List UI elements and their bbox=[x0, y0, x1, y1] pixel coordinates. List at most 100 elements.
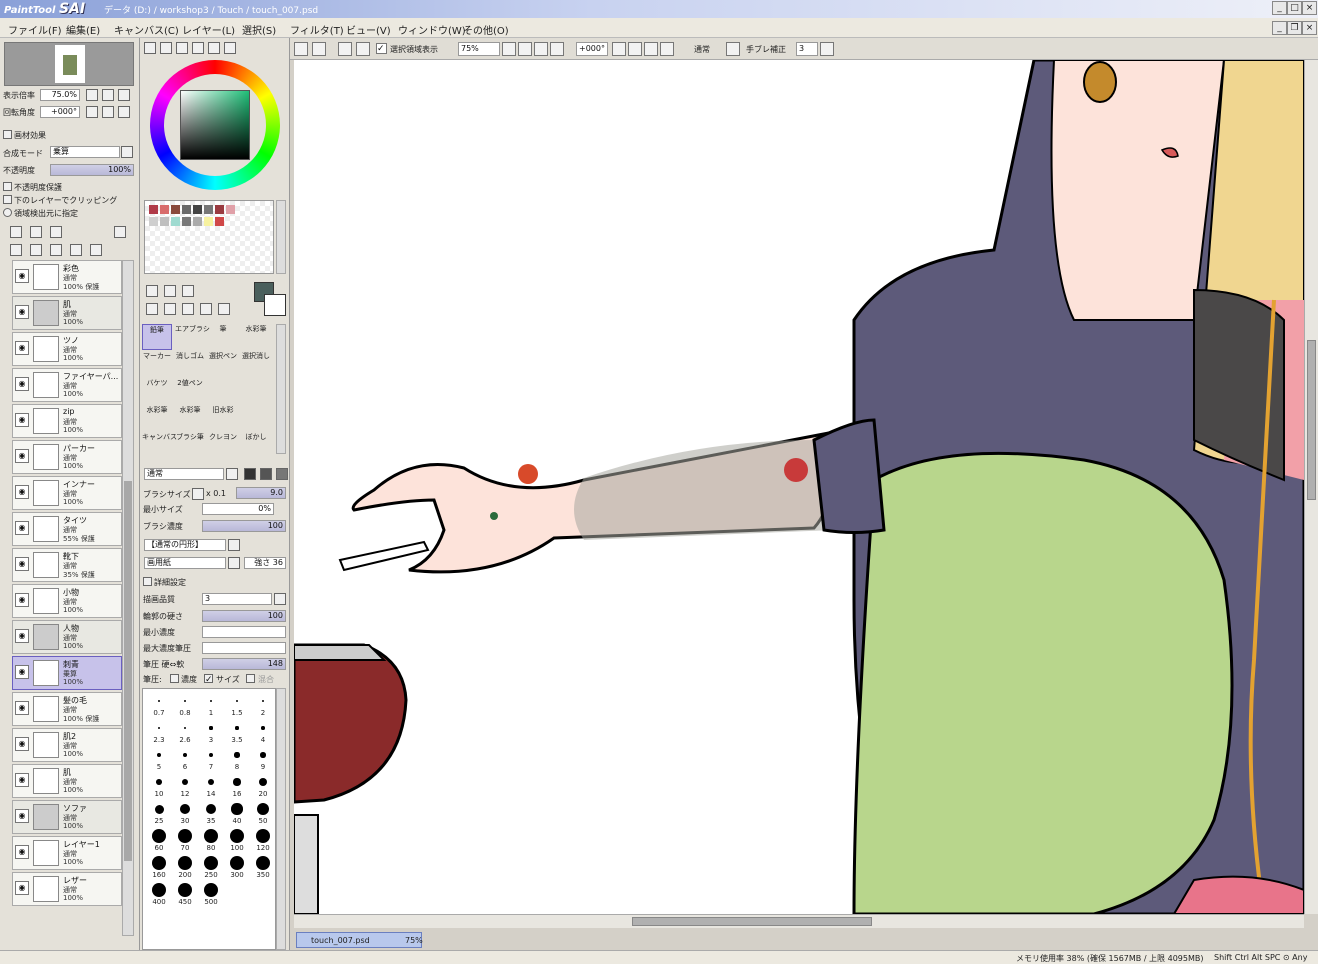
pressure-density-checkbox[interactable] bbox=[170, 674, 179, 683]
quality-select[interactable]: 3 bbox=[202, 593, 272, 605]
layer-item[interactable]: ◉ 彩色 通常 100% 保護 bbox=[12, 260, 122, 294]
selection-source-checkbox[interactable] bbox=[3, 208, 12, 217]
advanced-toggle[interactable] bbox=[143, 577, 152, 586]
tool-slot[interactable]: 2値ペン bbox=[175, 378, 205, 404]
move-tool-icon[interactable] bbox=[146, 303, 158, 315]
color-swatch[interactable] bbox=[171, 205, 180, 214]
visibility-eye-icon[interactable]: ◉ bbox=[15, 413, 29, 427]
secondary-color-swatch[interactable] bbox=[264, 294, 286, 316]
tool-slot[interactable]: ブラシ筆 bbox=[175, 432, 205, 458]
zoom-tool-icon[interactable] bbox=[164, 303, 176, 315]
rotate-tool-icon[interactable] bbox=[182, 303, 194, 315]
brush-texture-dropdown-icon[interactable] bbox=[228, 557, 240, 569]
layer-folder[interactable]: ◉ 人物 通常 100% bbox=[12, 620, 122, 654]
tool-scrollbar[interactable] bbox=[276, 324, 286, 454]
zoom-in-button[interactable] bbox=[534, 42, 548, 56]
delete-layer-icon[interactable] bbox=[70, 244, 82, 256]
color-swatch[interactable] bbox=[226, 205, 235, 214]
swatch-scrollbar[interactable] bbox=[276, 200, 286, 274]
color-swatch[interactable] bbox=[171, 217, 180, 226]
tool-slot[interactable]: 旧水彩 bbox=[208, 405, 238, 431]
deselect-button[interactable] bbox=[312, 42, 326, 56]
layer-effect-icon[interactable] bbox=[90, 244, 102, 256]
color-swatch[interactable] bbox=[182, 217, 191, 226]
nav-zoom-in-button[interactable] bbox=[102, 89, 114, 101]
stabilizer-dropdown[interactable] bbox=[820, 42, 834, 56]
flip-button[interactable] bbox=[726, 42, 740, 56]
layer-item[interactable]: ◉ インナー 通常 100% bbox=[12, 476, 122, 510]
layer-folder[interactable]: ◉ 肌通常 100% bbox=[12, 296, 122, 330]
new-layer-icon[interactable] bbox=[10, 226, 22, 238]
rgb-slider-tab[interactable] bbox=[160, 42, 172, 54]
visibility-eye-icon[interactable]: ◉ bbox=[15, 881, 29, 895]
visibility-eye-icon[interactable]: ◉ bbox=[15, 629, 29, 643]
max-pressure-slider[interactable] bbox=[202, 642, 286, 654]
eyedropper-icon[interactable] bbox=[218, 303, 230, 315]
menu-select[interactable]: 選択(S) bbox=[242, 22, 276, 37]
visibility-eye-icon[interactable]: ◉ bbox=[15, 593, 29, 607]
layer-item[interactable]: ◉ レイヤー1 通常 100% bbox=[12, 836, 122, 870]
canvas-horizontal-scrollbar[interactable] bbox=[294, 914, 1304, 928]
brush-size-slider[interactable]: 9.0 bbox=[236, 487, 286, 499]
layer-item[interactable]: ◉ 刺青 乗算 100% bbox=[12, 656, 122, 690]
menu-filter[interactable]: フィルタ(T) bbox=[290, 22, 344, 37]
brush-shape-dropdown-icon[interactable] bbox=[228, 539, 240, 551]
transfer-down-icon[interactable] bbox=[10, 244, 22, 256]
layer-menu-icon[interactable] bbox=[114, 226, 126, 238]
rotation-field[interactable]: +000° bbox=[576, 42, 608, 56]
visibility-eye-icon[interactable]: ◉ bbox=[15, 665, 29, 679]
nav-zoom-out-button[interactable] bbox=[86, 89, 98, 101]
tool-slot[interactable]: 選択消し bbox=[241, 351, 271, 377]
brush-size-toggle[interactable] bbox=[192, 488, 204, 500]
brush-size-multiplier[interactable]: x 0.1 bbox=[206, 489, 226, 498]
edge-hardness-slider[interactable]: 100 bbox=[202, 610, 286, 622]
tool-slot[interactable]: クレヨン bbox=[208, 432, 238, 458]
rotate-left-button[interactable] bbox=[628, 42, 642, 56]
menu-other[interactable]: その他(O) bbox=[463, 22, 509, 37]
texture-strength-field[interactable]: 強さ 36 bbox=[244, 557, 286, 569]
blend-mode-label[interactable]: 通常 bbox=[694, 44, 710, 55]
nav-rotate-reset-button[interactable] bbox=[118, 106, 130, 118]
protect-alpha-checkbox[interactable] bbox=[3, 182, 12, 191]
layer-scrollbar[interactable] bbox=[122, 260, 134, 936]
select-tool-icon[interactable] bbox=[146, 285, 158, 297]
tool-slot[interactable] bbox=[241, 405, 271, 431]
menu-edit[interactable]: 編集(E) bbox=[66, 22, 100, 37]
layer-item[interactable]: ◉ zip 通常 100% bbox=[12, 404, 122, 438]
close-button[interactable]: × bbox=[1302, 1, 1317, 15]
rotation-dropdown[interactable] bbox=[612, 42, 626, 56]
maximize-button[interactable]: □ bbox=[1287, 1, 1302, 15]
menu-file[interactable]: ファイル(F) bbox=[8, 22, 62, 37]
hand-tool-icon[interactable] bbox=[200, 303, 212, 315]
doc-minimize-button[interactable]: _ bbox=[1272, 21, 1287, 35]
visibility-eye-icon[interactable]: ◉ bbox=[15, 737, 29, 751]
swatches-tab[interactable] bbox=[208, 42, 220, 54]
layer-folder[interactable]: ◉ ソファ 通常 100% bbox=[12, 800, 122, 834]
nav-rotate-right-button[interactable] bbox=[102, 106, 114, 118]
color-swatch[interactable] bbox=[182, 205, 191, 214]
edge-hard-icon[interactable] bbox=[244, 468, 256, 480]
selection-visible-checkbox[interactable]: ✓ bbox=[376, 43, 387, 54]
stabilizer-field[interactable]: 3 bbox=[796, 42, 818, 56]
merge-down-icon[interactable] bbox=[30, 244, 42, 256]
nav-zoom-reset-button[interactable] bbox=[118, 89, 130, 101]
magic-wand-icon[interactable] bbox=[182, 285, 194, 297]
tool-slot[interactable]: 筆 bbox=[208, 324, 238, 350]
layer-item[interactable]: ◉ 肌通常 100% bbox=[12, 764, 122, 798]
color-swatch[interactable] bbox=[215, 217, 224, 226]
swatch-palette[interactable] bbox=[144, 200, 274, 274]
document-tab[interactable]: touch_007.psd 75% bbox=[296, 932, 423, 948]
tool-slot[interactable]: 水彩筆 bbox=[142, 405, 172, 431]
tool-slot[interactable]: ぼかし bbox=[241, 432, 271, 458]
tool-slot[interactable]: 鉛筆 bbox=[142, 324, 172, 350]
visibility-eye-icon[interactable]: ◉ bbox=[15, 845, 29, 859]
layer-item[interactable]: ◉ タイツ 通常 55% 保護 bbox=[12, 512, 122, 546]
edge-flat-icon[interactable] bbox=[276, 468, 288, 480]
tool-slot[interactable]: 水彩筆 bbox=[241, 324, 271, 350]
blend-mode-dropdown-icon[interactable] bbox=[121, 146, 133, 158]
visibility-eye-icon[interactable]: ◉ bbox=[15, 485, 29, 499]
tool-slot[interactable] bbox=[208, 378, 238, 404]
layer-item[interactable]: ◉ ファイヤーパ... 通常 100% bbox=[12, 368, 122, 402]
navigator-preview[interactable] bbox=[4, 42, 134, 86]
clear-selection-button[interactable] bbox=[356, 42, 370, 56]
